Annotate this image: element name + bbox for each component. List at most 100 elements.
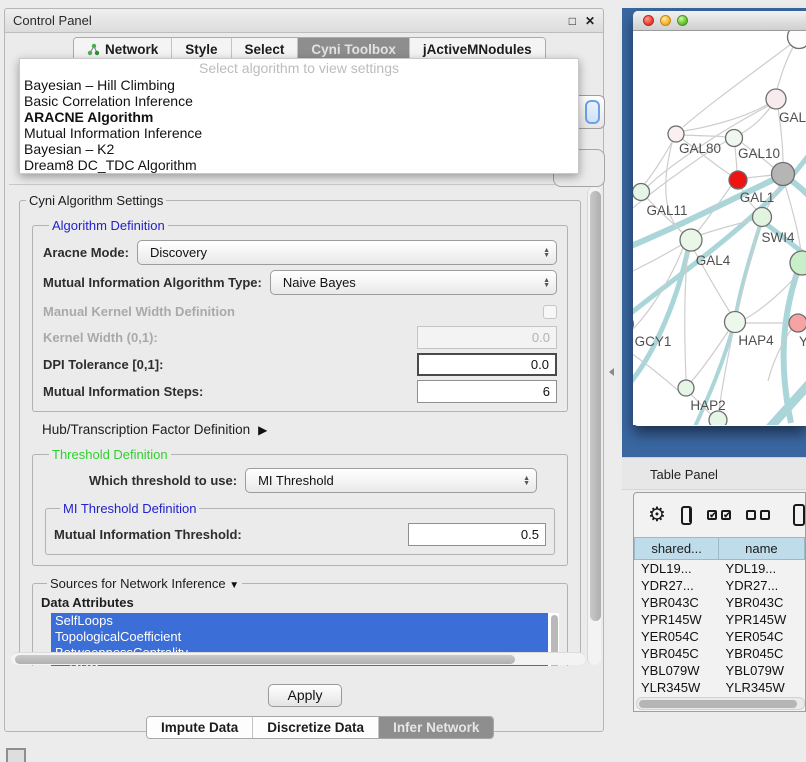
- network-node-hap2[interactable]: [678, 380, 694, 396]
- settings-horizontal-scrollbar[interactable]: [11, 652, 585, 665]
- algorithm-dropdown-list: Bayesian – Hill ClimbingBasic Correlatio…: [20, 77, 578, 173]
- combo-stepper-icon: ▲▼: [517, 476, 530, 486]
- zoom-traffic-light-icon[interactable]: [677, 15, 688, 26]
- table-row[interactable]: YBR043CYBR043C: [634, 594, 805, 611]
- minimized-panel-icon[interactable]: [6, 748, 26, 762]
- network-canvas[interactable]: GALGAL80GAL10GAL1GAL11SWI4GAL4GCY1HAP4YH…: [633, 31, 806, 425]
- tab-infer-network[interactable]: Infer Network: [379, 717, 493, 738]
- tab-select[interactable]: Select: [232, 38, 299, 60]
- table-cell: 9.: [804, 611, 805, 628]
- table-row[interactable]: YBL079WYBL079W: [634, 662, 805, 679]
- table-cell: [804, 662, 805, 679]
- select-all-checkboxes-icon[interactable]: ✔✔: [707, 510, 731, 520]
- tab-impute-data[interactable]: Impute Data: [147, 717, 253, 738]
- apply-button[interactable]: Apply: [268, 684, 342, 707]
- mi-type-combobox[interactable]: Naive Bayes ▲▼: [270, 270, 557, 295]
- network-node-gal10[interactable]: [726, 130, 743, 147]
- dpi-tolerance-field[interactable]: 0.0: [417, 353, 557, 376]
- dropdown-item[interactable]: Bayesian – Hill Climbing: [20, 77, 578, 93]
- hub-transcription-expander[interactable]: Hub/Transcription Factor Definition ▶: [42, 422, 580, 437]
- network-node[interactable]: [788, 31, 806, 49]
- combo-stepper-icon: ▲▼: [537, 278, 550, 288]
- node-label: GAL1: [740, 190, 775, 205]
- table-cell: 12: [804, 577, 805, 594]
- table-rows-viewport[interactable]: YDL19...YDL19...13YDR27...YDR27...12YBR0…: [634, 560, 805, 696]
- table-cell: YLR345W: [719, 679, 805, 696]
- which-threshold-combobox[interactable]: MI Threshold ▲▼: [245, 468, 537, 493]
- close-traffic-light-icon[interactable]: [643, 15, 654, 26]
- close-icon[interactable]: ✕: [585, 15, 595, 27]
- table-horizontal-scrollbar[interactable]: [636, 697, 805, 710]
- deselect-all-checkboxes-icon[interactable]: [746, 510, 770, 520]
- network-node-gal11[interactable]: [633, 184, 650, 201]
- table-cell: YDR27...: [634, 577, 719, 594]
- node-label: GAL: [779, 110, 806, 125]
- dropdown-item[interactable]: Mutual Information Inference: [20, 125, 578, 141]
- network-node-hap4[interactable]: [725, 312, 746, 333]
- aracne-mode-combobox[interactable]: Discovery ▲▼: [137, 240, 557, 265]
- combo-stepper-icon: ▲▼: [537, 248, 550, 258]
- kernel-width-field: 0.0: [417, 326, 557, 349]
- gear-icon[interactable]: ⚙: [648, 505, 666, 525]
- node-label: GAL4: [696, 253, 731, 268]
- table-cell: YLR345W: [634, 679, 719, 696]
- tab-network[interactable]: Network: [74, 38, 172, 60]
- control-panel-title: Control Panel: [13, 13, 92, 28]
- network-node[interactable]: [772, 163, 795, 186]
- table-row[interactable]: YDL19...YDL19...13: [634, 560, 805, 577]
- which-threshold-label: Which threshold to use:: [89, 473, 237, 488]
- table-cell: YBL079W: [719, 662, 805, 679]
- network-node[interactable]: [790, 251, 806, 275]
- table-header-row[interactable]: shared...nameA: [635, 538, 806, 560]
- mi-threshold-label: Mutual Information Threshold:: [54, 527, 242, 542]
- kernel-width-label: Kernel Width (0,1):: [43, 330, 158, 345]
- network-node-gal80[interactable]: [668, 126, 684, 142]
- mi-threshold-field[interactable]: 0.5: [408, 523, 546, 546]
- network-node-gal1[interactable]: [729, 171, 747, 189]
- dropdown-item[interactable]: Basic Correlation Inference: [20, 93, 578, 109]
- network-node-gal[interactable]: [766, 89, 786, 109]
- table-file-icon[interactable]: [793, 504, 805, 526]
- table-row[interactable]: YER054CYER054C8.: [634, 628, 805, 645]
- table-column-header[interactable]: name: [719, 538, 804, 560]
- manual-kernel-checkbox[interactable]: [543, 305, 557, 319]
- table-panel-window: ⚙ ✔✔ shared...nameA YDL19...YDL19...13YD…: [633, 492, 806, 712]
- tab-jactivemnodules[interactable]: jActiveMNodules: [410, 38, 545, 60]
- dropdown-item[interactable]: Bayesian – K2: [20, 141, 578, 157]
- tab-cyni-toolbox[interactable]: Cyni Toolbox: [298, 38, 410, 60]
- network-view-window[interactable]: GALGAL80GAL10GAL1GAL11SWI4GAL4GCY1HAP4YH…: [633, 11, 806, 426]
- combobox-stepper-focused[interactable]: [585, 100, 600, 124]
- table-cell: YPR145W: [634, 611, 719, 628]
- dropdown-item[interactable]: ARACNE Algorithm: [20, 109, 578, 125]
- cyni-settings-legend: Cyni Algorithm Settings: [26, 193, 166, 208]
- table-cell: YDR27...: [719, 577, 805, 594]
- network-node-gal4[interactable]: [680, 229, 702, 251]
- dropdown-item[interactable]: Dream8 DC_TDC Algorithm: [20, 157, 578, 173]
- table-column-header[interactable]: shared...: [635, 538, 719, 560]
- node-label: GCY1: [635, 334, 672, 349]
- network-node-y[interactable]: [789, 314, 806, 332]
- network-window-titlebar[interactable]: [633, 11, 806, 31]
- settings-vertical-scrollbar[interactable]: [587, 187, 601, 665]
- node-label: HAP2: [690, 398, 725, 413]
- float-icon[interactable]: □: [569, 15, 576, 27]
- columns-icon[interactable]: [681, 506, 692, 525]
- table-row[interactable]: YPR145WYPR145W9.: [634, 611, 805, 628]
- tab-discretize-data[interactable]: Discretize Data: [253, 717, 379, 738]
- which-threshold-value: MI Threshold: [258, 473, 334, 488]
- attribute-list-item[interactable]: SelfLoops: [51, 613, 548, 629]
- table-row[interactable]: YLR345WYLR345W9.: [634, 679, 805, 696]
- splitter-collapse-arrow[interactable]: [609, 368, 614, 376]
- attribute-list-item[interactable]: TopologicalCoefficient: [51, 629, 548, 645]
- chevron-right-icon: ▶: [258, 423, 267, 437]
- network-node[interactable]: [709, 411, 727, 425]
- network-node-swi4[interactable]: [753, 208, 772, 227]
- table-row[interactable]: YDR27...YDR27...12: [634, 577, 805, 594]
- minimize-traffic-light-icon[interactable]: [660, 15, 671, 26]
- mi-steps-field[interactable]: 6: [417, 380, 557, 403]
- table-row[interactable]: YBR045CYBR045C9.: [634, 645, 805, 662]
- tab-style[interactable]: Style: [172, 38, 231, 60]
- table-cell: YDL19...: [719, 560, 805, 577]
- aracne-mode-label: Aracne Mode:: [43, 245, 129, 260]
- tab-label: Network: [105, 42, 158, 57]
